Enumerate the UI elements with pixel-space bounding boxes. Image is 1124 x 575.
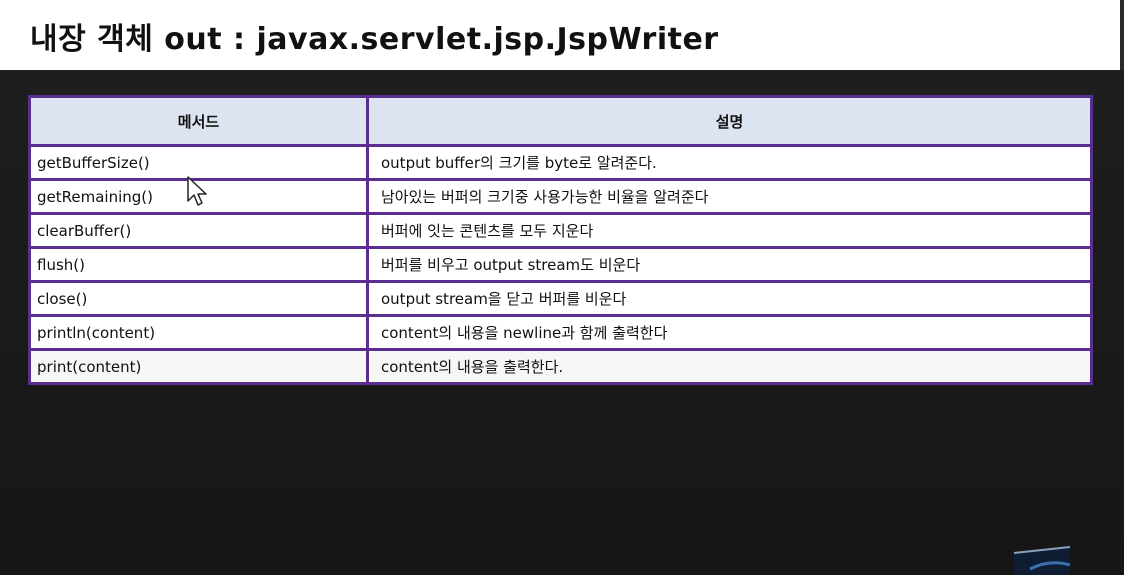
description-cell: 남아있는 버퍼의 크기중 사용가능한 비율을 알려준다: [366, 178, 1093, 215]
table-row: println(content) content의 내용을 newline과 함…: [28, 314, 1093, 351]
description-cell: 버퍼를 비우고 output stream도 비운다: [366, 246, 1093, 283]
slide-title-bar: 내장 객체 out : javax.servlet.jsp.JspWriter: [0, 0, 1124, 70]
method-cell: flush(): [28, 246, 369, 283]
method-cell: print(content): [28, 348, 369, 385]
table-row: clearBuffer() 버퍼에 잇는 콘텐츠를 모두 지운다: [28, 212, 1093, 249]
corner-decoration: [1013, 546, 1071, 575]
description-cell: content의 내용을 newline과 함께 출력한다: [366, 314, 1093, 351]
header-description: 설명: [366, 95, 1093, 147]
mouse-pointer-icon: [187, 176, 207, 206]
description-cell: 버퍼에 잇는 콘텐츠를 모두 지운다: [366, 212, 1093, 249]
header-method: 메서드: [28, 95, 369, 147]
description-cell: output buffer의 크기를 byte로 알려준다.: [366, 144, 1093, 181]
method-cell: clearBuffer(): [28, 212, 369, 249]
method-table: 메서드 설명 getBufferSize() output buffer의 크기…: [28, 95, 1093, 385]
slide-title: 내장 객체 out : javax.servlet.jsp.JspWriter: [30, 22, 719, 57]
table-row: flush() 버퍼를 비우고 output stream도 비운다: [28, 246, 1093, 283]
table-row: close() output stream을 닫고 버퍼를 비운다: [28, 280, 1093, 317]
table-row: print(content) content의 내용을 출력한다.: [28, 348, 1093, 385]
table-header-row: 메서드 설명: [28, 95, 1093, 147]
description-cell: content의 내용을 출력한다.: [366, 348, 1093, 385]
description-cell: output stream을 닫고 버퍼를 비운다: [366, 280, 1093, 317]
method-cell: println(content): [28, 314, 369, 351]
method-cell: close(): [28, 280, 369, 317]
